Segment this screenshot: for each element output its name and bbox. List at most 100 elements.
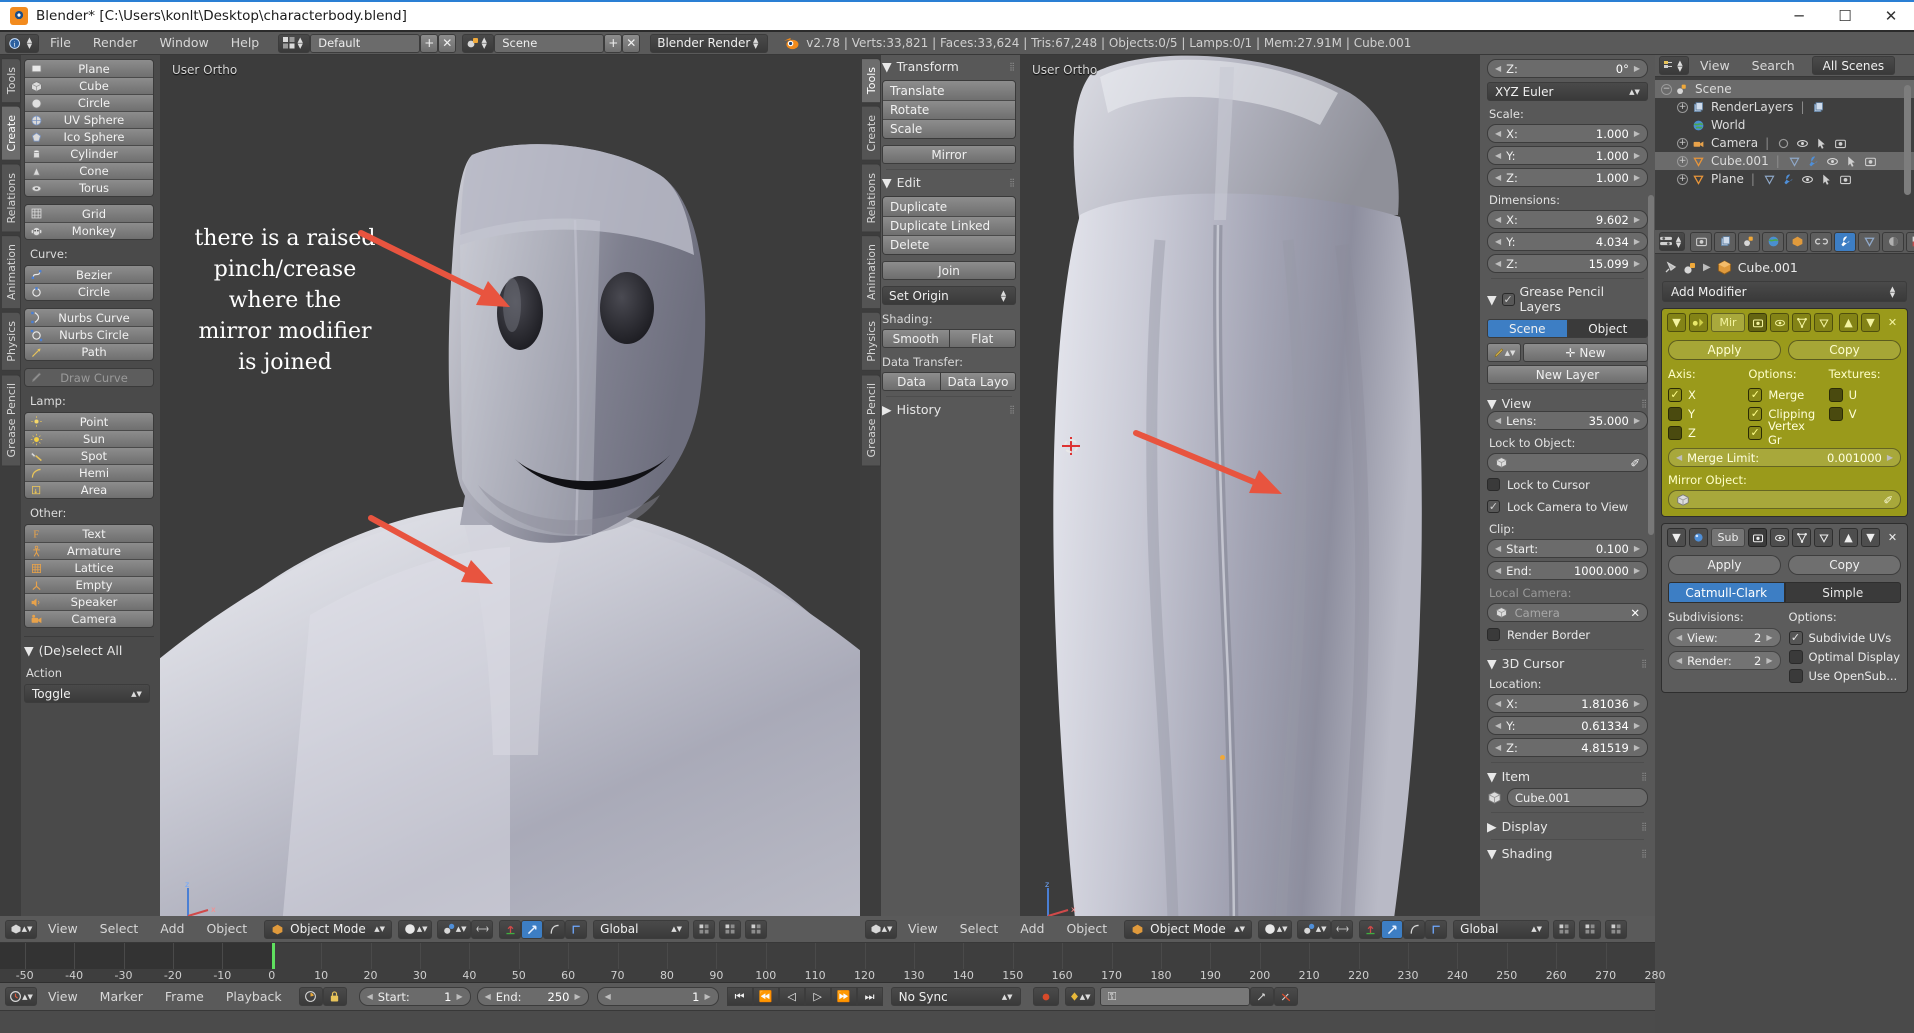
shading-panel-title[interactable]: ▼ Shading ⣿ xyxy=(1487,846,1648,861)
move-down-icon[interactable]: ▼ xyxy=(1861,528,1880,547)
option-use-opensub----row[interactable]: Use OpenSub... xyxy=(1788,666,1902,685)
transform-orientation-select[interactable]: Global ▲▼ xyxy=(1453,919,1550,939)
create-item-spot[interactable]: Spot xyxy=(25,447,153,464)
dimension-y-field[interactable]: ◀ Y: 4.034 ▶ xyxy=(1487,232,1648,251)
render-border-checkbox[interactable]: Render Border xyxy=(1487,625,1648,644)
outliner-display-mode[interactable]: All Scenes xyxy=(1811,56,1896,75)
dimension-x-field[interactable]: ◀ X: 9.602 ▶ xyxy=(1487,210,1648,229)
cursor-icon[interactable] xyxy=(1819,173,1834,186)
axis-x-row[interactable]: ✓ X xyxy=(1668,385,1740,404)
prev-keyframe-icon[interactable]: ⏪ xyxy=(752,987,779,1006)
render-toggle-icon[interactable] xyxy=(1748,313,1767,332)
screen-layout-icon[interactable]: ▲ ▼ xyxy=(278,33,311,53)
cursor3d-panel-title[interactable]: ▼ 3D Cursor ⣿ xyxy=(1487,656,1648,671)
eye-icon[interactable] xyxy=(1800,173,1815,186)
edit-panel-title[interactable]: ▼ Edit ⣿ xyxy=(882,175,1016,190)
footer-menu-object[interactable]: Object xyxy=(1055,919,1118,939)
local-camera-field[interactable]: Camera ✕ xyxy=(1487,603,1648,622)
outliner-row-camera[interactable]: + Camera | xyxy=(1655,134,1914,152)
transform-scale-button[interactable]: Scale xyxy=(883,119,1015,138)
menu-render[interactable]: Render xyxy=(82,33,149,53)
jump-end-icon[interactable]: ⏭ xyxy=(856,987,883,1006)
mode-select[interactable]: Object Mode ▲▼ xyxy=(1124,919,1253,939)
add-keyframe-icon[interactable] xyxy=(1249,987,1274,1006)
create-item-camera[interactable]: Camera xyxy=(25,610,153,627)
view3d-editor-icon[interactable]: ▲▼ xyxy=(5,919,37,939)
outliner-menu-search[interactable]: Search xyxy=(1741,56,1806,76)
wrench-icon[interactable] xyxy=(1806,155,1821,168)
add-layout-button[interactable]: + xyxy=(420,33,439,53)
snap-align-toggle[interactable] xyxy=(471,919,494,939)
transform-panel-title[interactable]: ▼ Transform ⣿ xyxy=(882,59,1016,74)
shade-flat-button[interactable]: Flat xyxy=(949,329,1016,348)
edit-mode-toggle-icon[interactable] xyxy=(1792,313,1811,332)
expand-toggle-icon[interactable]: + xyxy=(1677,137,1688,149)
edit-mode-toggle-icon[interactable] xyxy=(1792,528,1811,547)
cursor-icon[interactable] xyxy=(1814,137,1829,150)
axis-y-row[interactable]: Y xyxy=(1668,404,1740,423)
jump-start-icon[interactable]: ⏮ xyxy=(726,987,753,1006)
tab-create[interactable]: Create xyxy=(2,106,21,161)
checkbox-icon[interactable] xyxy=(1828,406,1843,421)
footer-menu-view[interactable]: View xyxy=(37,919,89,939)
gp-new-layer-button[interactable]: New Layer xyxy=(1487,365,1648,384)
proportional-icon[interactable] xyxy=(745,919,768,939)
create-item-bezier[interactable]: Bezier xyxy=(25,266,153,283)
item-name-field[interactable]: Cube.001 xyxy=(1507,788,1648,807)
option-optimal-display-row[interactable]: Optimal Display xyxy=(1788,647,1902,666)
eye-icon[interactable] xyxy=(1795,137,1810,150)
timeline-ruler[interactable]: -50 -40 -30 -20 -10 0 10 20 30 40 50 60 70 80 90 100 110… xyxy=(0,943,1666,983)
expand-toggle-icon[interactable]: + xyxy=(1677,101,1688,113)
record-dot-icon[interactable] xyxy=(1032,987,1059,1006)
create-item-empty[interactable]: Empty xyxy=(25,576,153,593)
play-icon[interactable]: ▷ xyxy=(804,987,831,1006)
checkbox-icon[interactable]: ✓ xyxy=(1748,406,1763,421)
tab-relations[interactable]: Relations xyxy=(2,163,21,233)
create-item-ico-sphere[interactable]: Ico Sphere xyxy=(25,128,153,145)
create-item-torus[interactable]: Torus xyxy=(25,179,153,196)
create-item-draw-curve[interactable]: Draw Curve xyxy=(25,369,153,386)
outliner-menu-view[interactable]: View xyxy=(1689,56,1741,76)
scene-tab-icon[interactable] xyxy=(1738,231,1760,252)
expand-toggle-icon[interactable]: − xyxy=(1661,83,1672,95)
viewport-toggle-icon[interactable] xyxy=(1770,313,1789,332)
material-tab-icon[interactable] xyxy=(1882,231,1904,252)
outliner-editor-icon[interactable]: ▲ ▼ xyxy=(1659,56,1689,75)
manipulator-toggle-icon[interactable] xyxy=(1359,919,1382,939)
delete-scene-button[interactable]: ✕ xyxy=(622,33,641,53)
create-item-hemi[interactable]: Hemi xyxy=(25,464,153,481)
start-frame-field[interactable]: ◀ Start: 1 ▶ xyxy=(358,987,471,1006)
checkbox-icon[interactable] xyxy=(1788,668,1803,683)
merge-limit-field[interactable]: ◀ Merge Limit: 0.001000 ▶ xyxy=(1668,448,1901,467)
join-button[interactable]: Join xyxy=(882,261,1016,280)
remove-keyframe-icon[interactable] xyxy=(1273,987,1298,1006)
snap-align-toggle[interactable] xyxy=(1331,919,1354,939)
checkbox-icon[interactable]: ✓ xyxy=(1668,387,1682,402)
tab-tools[interactable]: Tools xyxy=(2,58,21,104)
texture-v-row[interactable]: V xyxy=(1828,404,1901,423)
delete-modifier-icon[interactable]: ✕ xyxy=(1883,528,1902,547)
constraints-tab-icon[interactable] xyxy=(1810,231,1832,252)
create-item-cylinder[interactable]: Cylinder xyxy=(25,145,153,162)
delete-layout-button[interactable]: ✕ xyxy=(438,33,457,53)
pivot-median-icon[interactable]: ▲▼ xyxy=(1297,919,1332,939)
texture-tab-icon[interactable] xyxy=(1906,231,1914,252)
scale-x-field[interactable]: ◀ X: 1.000 ▶ xyxy=(1487,124,1648,143)
set-origin-select[interactable]: Set Origin ▲ ▼ xyxy=(882,286,1016,305)
mesh-data-icon[interactable] xyxy=(1762,173,1777,186)
gp-new-button[interactable]: ✛ New xyxy=(1523,343,1648,362)
rotate-manip-icon[interactable] xyxy=(1403,919,1426,939)
tab-grease-pencil[interactable]: Grease Pencil xyxy=(862,373,881,467)
timeline-menu-marker[interactable]: Marker xyxy=(89,987,154,1007)
option-vertex-gr-row[interactable]: ✓ Vertex Gr xyxy=(1748,419,1820,447)
clip-start-field[interactable]: ◀ Start: 0.100 ▶ xyxy=(1487,539,1648,558)
lens-field[interactable]: ◀ Lens: 35.000 ▶ xyxy=(1487,411,1648,430)
transform-orientation-select[interactable]: Global ▲▼ xyxy=(593,919,690,939)
outliner-row-plane[interactable]: + Plane | xyxy=(1655,170,1914,188)
history-panel-title[interactable]: ▶ History ⣿ xyxy=(882,402,1016,417)
timeline-playhead[interactable] xyxy=(271,943,275,969)
record-icon[interactable] xyxy=(298,987,323,1006)
renderlayer-data-icon[interactable] xyxy=(1811,101,1826,114)
gp-tab-scene[interactable]: Scene xyxy=(1487,319,1568,338)
lock-to-cursor-checkbox[interactable]: Lock to Cursor xyxy=(1487,475,1648,494)
